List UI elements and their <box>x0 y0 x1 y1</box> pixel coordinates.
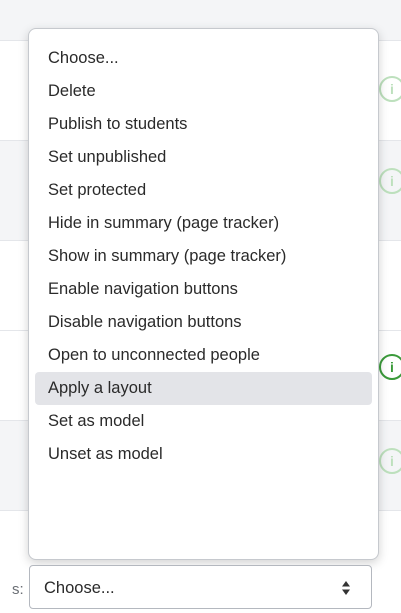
menu-item-open-to-unconnected-people[interactable]: Open to unconnected people <box>35 339 372 372</box>
menu-item-unset-as-model[interactable]: Unset as model <box>35 438 372 471</box>
menu-item-apply-a-layout[interactable]: Apply a layout <box>35 372 372 405</box>
status-indicator-icon: i <box>379 76 401 102</box>
status-indicator-icon: i <box>379 168 401 194</box>
menu-item-set-as-model[interactable]: Set as model <box>35 405 372 438</box>
select-current-value: Choose... <box>44 579 115 597</box>
bulk-action-select[interactable]: Choose... <box>29 565 372 609</box>
menu-item-delete[interactable]: Delete <box>35 75 372 108</box>
menu-item-disable-navigation-buttons[interactable]: Disable navigation buttons <box>35 306 372 339</box>
status-indicator-icon: i <box>379 448 401 474</box>
menu-item-publish-to-students[interactable]: Publish to students <box>35 108 372 141</box>
menu-item-show-in-summary[interactable]: Show in summary (page tracker) <box>35 240 372 273</box>
bulk-action-dropdown-menu: Choose... Delete Publish to students Set… <box>28 28 379 560</box>
menu-item-enable-navigation-buttons[interactable]: Enable navigation buttons <box>35 273 372 306</box>
menu-item-hide-in-summary[interactable]: Hide in summary (page tracker) <box>35 207 372 240</box>
select-field-label: s: <box>12 581 24 598</box>
menu-item-set-unpublished[interactable]: Set unpublished <box>35 141 372 174</box>
menu-item-choose[interactable]: Choose... <box>35 42 372 75</box>
status-indicator-icon: i <box>379 354 401 380</box>
select-updown-arrows-icon <box>342 581 350 595</box>
menu-item-set-protected[interactable]: Set protected <box>35 174 372 207</box>
